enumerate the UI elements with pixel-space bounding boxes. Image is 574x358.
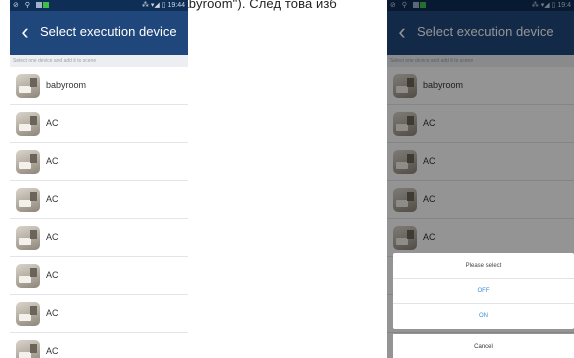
status-info: ⁂ ▾◢ ▯ 19:44 xyxy=(141,2,185,9)
device-row[interactable]: AC xyxy=(10,143,188,181)
option-on[interactable]: ON xyxy=(393,304,574,329)
room-photo-icon xyxy=(16,340,40,358)
room-photo-icon xyxy=(16,302,40,326)
device-row[interactable]: AC xyxy=(10,333,188,358)
room-photo-icon xyxy=(16,226,40,250)
phone-screen-left: ⊘ ⚲ ⁂ ▾◢ ▯ 19:44 ‹ Select execution devi… xyxy=(10,0,188,358)
device-row[interactable]: AC xyxy=(10,295,188,333)
room-photo-icon xyxy=(16,150,40,174)
device-row[interactable]: AC xyxy=(10,181,188,219)
device-label: AC xyxy=(46,346,59,356)
room-photo-icon xyxy=(16,188,40,212)
device-label: AC xyxy=(46,194,59,204)
device-label: AC xyxy=(46,270,59,280)
phone-screen-right: ⊘ ⚲ ⁂ ▾◢ ▯ 19:4 ‹ Select execution devic… xyxy=(387,0,574,358)
device-row[interactable]: AC xyxy=(10,257,188,295)
status-time: 19:44 xyxy=(167,2,185,9)
room-photo-icon xyxy=(16,74,40,98)
device-list: babyroom AC AC AC AC AC AC AC xyxy=(10,67,188,358)
device-label: babyroom xyxy=(46,80,87,90)
device-row-babyroom[interactable]: babyroom xyxy=(10,67,188,105)
notification-icons: ⊘ ⚲ xyxy=(13,0,50,11)
option-off[interactable]: OFF xyxy=(393,279,574,304)
device-label: AC xyxy=(46,232,59,242)
dialog-title: Please select xyxy=(393,253,574,279)
room-photo-icon xyxy=(16,264,40,288)
device-label: AC xyxy=(46,156,59,166)
title-bar: ‹ Select execution device xyxy=(10,11,188,55)
header-title: Select execution device xyxy=(40,24,177,39)
device-label: AC xyxy=(46,118,59,128)
room-photo-icon xyxy=(16,112,40,136)
device-row[interactable]: AC xyxy=(10,219,188,257)
device-label: AC xyxy=(46,308,59,318)
cancel-button[interactable]: Cancel xyxy=(393,334,574,358)
device-row[interactable]: AC xyxy=(10,105,188,143)
hint-text: Select one device and add it to scene xyxy=(10,55,188,67)
chevron-left-icon[interactable]: ‹ xyxy=(14,20,36,46)
select-dialog: Please select OFF ON xyxy=(393,253,574,329)
status-bar: ⊘ ⚲ ⁂ ▾◢ ▯ 19:44 xyxy=(10,0,188,11)
